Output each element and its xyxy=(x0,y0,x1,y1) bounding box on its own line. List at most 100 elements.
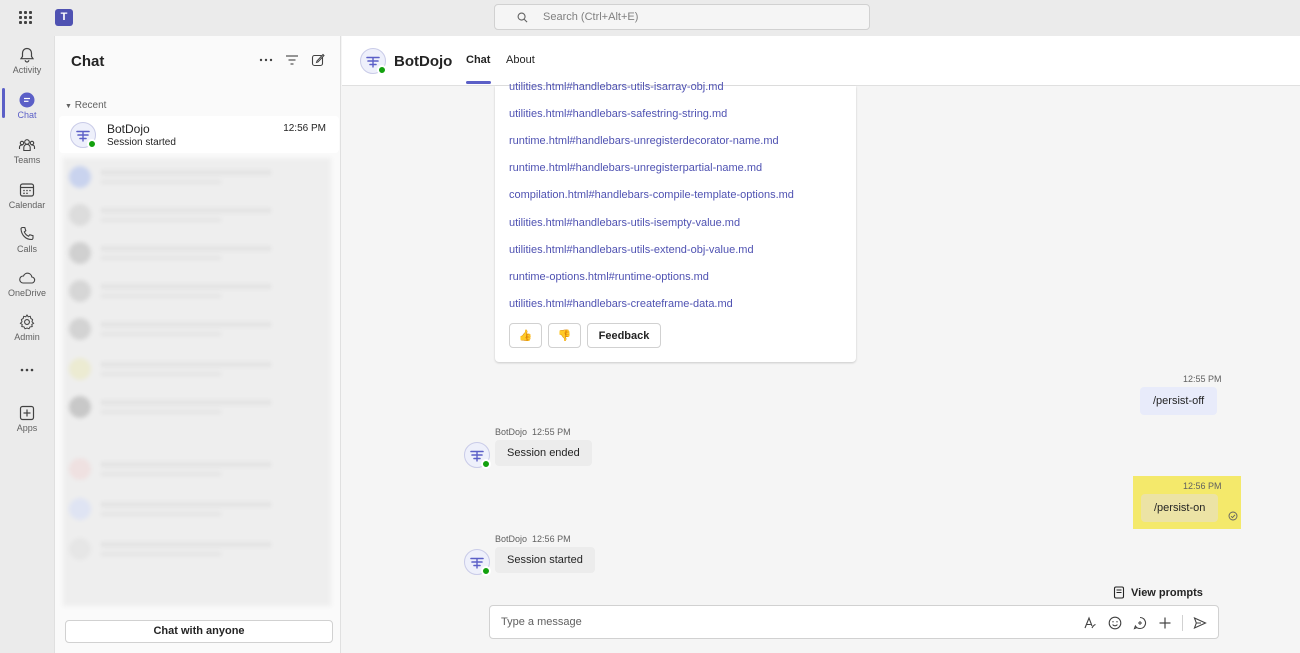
chat-list-item[interactable]: BotDojo Session started 12:56 PM xyxy=(59,116,339,153)
bell-icon xyxy=(19,47,35,63)
send-icon[interactable] xyxy=(1192,615,1208,631)
reference-link[interactable]: utilities.html#handlebars-safestring-str… xyxy=(509,108,727,120)
online-status-icon xyxy=(481,566,491,576)
calendar-icon xyxy=(19,183,35,197)
rail-more[interactable] xyxy=(0,358,54,382)
bot-avatar xyxy=(70,122,97,149)
rail-label: Admin xyxy=(14,332,40,342)
rail-label: Teams xyxy=(13,155,41,165)
chat-list-pane: Chat ▼ Recent BotDojo Session started 12… xyxy=(54,36,341,653)
rail-calendar[interactable]: Calendar xyxy=(0,175,54,219)
reference-link[interactable]: utilities.html#handlebars-utils-isempty-… xyxy=(509,217,740,229)
loop-icon[interactable] xyxy=(1132,615,1148,631)
emoji-icon[interactable] xyxy=(1107,615,1123,631)
conversation-pane: BotDojo Chat About utilities.html#handle… xyxy=(342,36,1300,653)
recent-section[interactable]: ▼ Recent xyxy=(65,100,106,111)
thumbs-up-icon: 👍 xyxy=(518,330,533,342)
more-options-icon[interactable] xyxy=(258,52,274,68)
new-chat-icon[interactable] xyxy=(310,52,326,68)
my-message[interactable]: /persist-off xyxy=(1140,387,1218,415)
reference-link[interactable]: compilation.html#handlebars-compile-temp… xyxy=(509,189,794,201)
prompts-icon xyxy=(1113,586,1125,599)
rail-label: Calendar xyxy=(8,200,46,210)
add-icon[interactable] xyxy=(1157,615,1173,631)
chat-list-title: Chat xyxy=(71,53,105,70)
rail-calls[interactable]: Calls xyxy=(0,219,54,263)
composer-actions xyxy=(1082,615,1208,631)
reference-link[interactable]: utilities.html#handlebars-utils-isarray-… xyxy=(509,81,724,93)
rail-label: Activity xyxy=(12,65,42,75)
message-time: 12:56 PM xyxy=(1183,481,1222,491)
rail-activity[interactable]: Activity xyxy=(0,40,54,84)
rail-apps[interactable]: Apps xyxy=(0,398,54,442)
add-icon xyxy=(19,405,35,421)
chat-name: BotDojo xyxy=(107,122,150,136)
sender-name: BotDojo xyxy=(495,427,528,437)
bot-avatar[interactable] xyxy=(464,549,491,576)
rail-teams[interactable]: Teams xyxy=(0,130,54,174)
message-meta: BotDojo 12:55 PM xyxy=(495,427,571,437)
message-time: 12:55 PM xyxy=(1183,374,1222,384)
tab-chat[interactable]: Chat xyxy=(466,54,490,66)
chat-preview: Session started xyxy=(107,137,176,148)
message-time: 12:55 PM xyxy=(532,427,571,437)
teams-icon xyxy=(18,139,36,152)
bot-message[interactable]: Session ended xyxy=(495,440,592,466)
chat-list-actions xyxy=(258,52,326,68)
reference-link[interactable]: utilities.html#handlebars-utils-extend-o… xyxy=(509,244,754,256)
rail-admin[interactable]: Admin xyxy=(0,307,54,351)
gear-icon xyxy=(19,314,35,330)
bot-response-card: utilities.html#handlebars-utils-isarray-… xyxy=(495,81,856,362)
message-time: 12:56 PM xyxy=(532,534,571,544)
chat-with-anyone-button[interactable]: Chat with anyone xyxy=(65,620,333,643)
teams-logo: T xyxy=(55,9,73,26)
read-receipt-icon xyxy=(1228,511,1238,521)
view-prompts-label: View prompts xyxy=(1131,586,1203,599)
chevron-down-icon: ▼ xyxy=(65,103,72,110)
blurred-chat-list xyxy=(63,158,331,606)
thumbs-down-icon: 👎 xyxy=(557,330,572,342)
rail-label: OneDrive xyxy=(7,288,46,298)
filter-icon[interactable] xyxy=(284,52,300,68)
online-status-icon xyxy=(377,65,387,75)
thumbs-up-button[interactable]: 👍 xyxy=(509,323,542,348)
app-launcher-icon[interactable] xyxy=(19,11,33,25)
recent-section-label: Recent xyxy=(74,100,107,111)
rail-label: Chat xyxy=(17,110,37,120)
app-rail: Activity Chat Teams Calendar Calls OneDr… xyxy=(0,36,54,653)
phone-icon xyxy=(20,226,34,241)
reference-link[interactable]: runtime.html#handlebars-unregisterpartia… xyxy=(509,162,762,174)
chat-time: 12:56 PM xyxy=(283,123,326,134)
my-message[interactable]: /persist-on xyxy=(1141,494,1219,522)
view-prompts-button[interactable]: View prompts xyxy=(1113,586,1203,599)
rail-label: Apps xyxy=(16,423,38,433)
online-status-icon xyxy=(481,459,491,469)
divider xyxy=(1182,615,1183,631)
message-input[interactable]: Type a message xyxy=(501,616,582,628)
cloud-icon xyxy=(19,272,36,284)
bot-avatar[interactable] xyxy=(464,442,491,469)
active-tab-indicator xyxy=(466,81,491,84)
online-status-icon xyxy=(87,139,97,149)
tab-about[interactable]: About xyxy=(506,54,535,66)
bot-avatar[interactable] xyxy=(360,48,387,75)
rail-chat[interactable]: Chat xyxy=(0,85,54,129)
feedback-button[interactable]: Feedback xyxy=(587,323,661,348)
search-box[interactable]: Search (Ctrl+Alt+E) xyxy=(494,4,870,30)
search-icon xyxy=(517,12,528,23)
rail-onedrive[interactable]: OneDrive xyxy=(0,263,54,307)
thumbs-down-button[interactable]: 👎 xyxy=(548,323,581,348)
message-meta: BotDojo 12:56 PM xyxy=(495,534,571,544)
sender-name: BotDojo xyxy=(495,534,528,544)
search-placeholder: Search (Ctrl+Alt+E) xyxy=(543,11,639,23)
format-icon[interactable] xyxy=(1082,615,1098,631)
reference-link[interactable]: runtime-options.html#runtime-options.md xyxy=(509,271,709,283)
more-icon xyxy=(20,368,34,372)
conversation-header: BotDojo Chat About xyxy=(342,36,1300,86)
message-composer[interactable]: Type a message xyxy=(489,605,1219,639)
reference-link[interactable]: runtime.html#handlebars-unregisterdecora… xyxy=(509,135,779,147)
title-bar: T Search (Ctrl+Alt+E) xyxy=(0,0,1300,36)
bot-message[interactable]: Session started xyxy=(495,547,595,573)
rail-label: Calls xyxy=(16,244,37,254)
reference-link[interactable]: utilities.html#handlebars-createframe-da… xyxy=(509,298,733,310)
